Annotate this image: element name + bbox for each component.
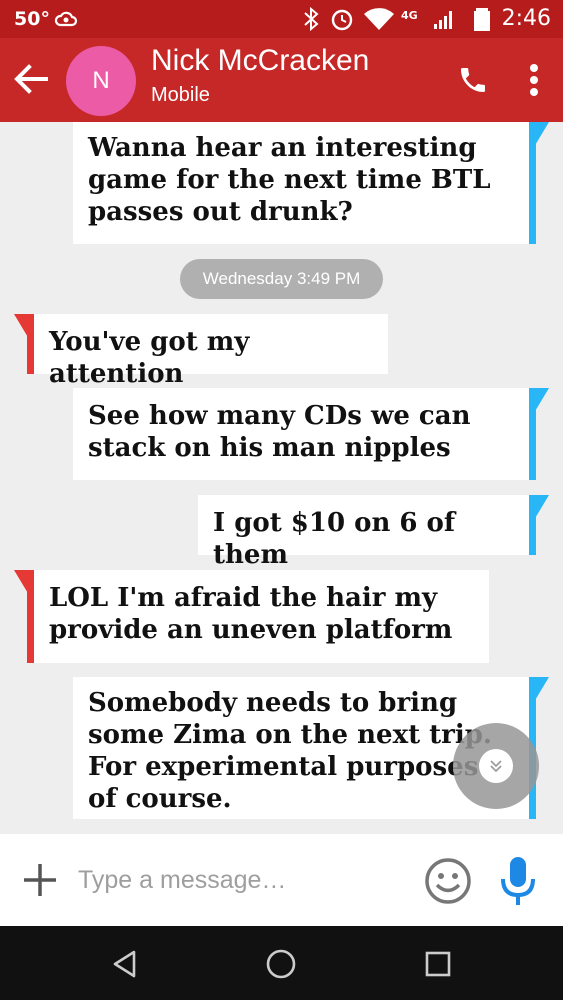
microphone-icon[interactable] [498,854,538,908]
back-button[interactable] [10,58,52,100]
message-text: Somebody needs to bring some Zima on the… [88,688,492,814]
nav-recents-button[interactable] [418,944,458,984]
outgoing-tail-icon [531,495,549,525]
message-bubble[interactable]: I got $10 on 6 of them [198,495,536,570]
nav-home-button[interactable] [261,944,301,984]
outgoing-tail-icon [531,388,549,418]
weather-icon [54,11,78,27]
app-bar: N Nick McCracken Mobile [0,38,563,122]
navigation-bar [0,926,563,1000]
message-input[interactable] [78,860,398,900]
nav-recents-icon [425,951,451,977]
chevron-double-down-icon [490,760,502,773]
message-text: LOL I'm afraid the hair my provide an un… [49,583,453,645]
emoji-icon[interactable] [423,856,473,906]
message-text: I got $10 on 6 of them [213,508,456,570]
call-button[interactable] [452,60,494,100]
contact-name: Nick McCracken [151,44,370,77]
compose-bar [0,834,563,926]
alarm-icon [331,9,353,31]
outgoing-tail-icon [531,122,549,152]
message-text: Wanna hear an interesting game for the n… [88,133,491,227]
message-bubble[interactable]: You've got my attention [27,314,388,389]
conversation[interactable]: Wanna hear an interesting game for the n… [0,122,563,834]
plus-icon[interactable] [20,860,60,900]
temperature: 50° [14,8,50,30]
message-bubble[interactable]: Wanna hear an interesting game for the n… [73,122,536,244]
message-bubble[interactable]: See how many CDs we can stack on his man… [73,388,536,480]
bluetooth-icon [304,7,319,31]
more-vert-icon [530,64,538,96]
message-text: You've got my attention [49,327,250,389]
message-bubble[interactable]: LOL I'm afraid the hair my provide an un… [27,570,489,663]
nav-back-button[interactable] [105,944,145,984]
network-type: 4G [401,9,418,22]
phone-icon [461,68,485,92]
avatar-initial: N [92,67,110,94]
date-divider: Wednesday 3:49 PM [180,259,383,299]
scroll-to-bottom-button[interactable] [453,723,539,809]
incoming-tail-icon [14,570,32,600]
more-options-button[interactable] [520,58,548,102]
status-bar: 50° 4G 2:46 [0,0,563,38]
avatar[interactable]: N [66,46,136,116]
battery-icon [474,8,490,31]
signal-icon [434,11,452,29]
back-arrow-icon [14,64,48,94]
nav-home-icon [266,949,296,979]
nav-back-icon [113,950,136,978]
contact-subtitle: Mobile [151,84,210,106]
incoming-tail-icon [14,314,32,344]
clock: 2:46 [501,6,551,31]
outgoing-tail-icon [531,677,549,707]
message-text: See how many CDs we can stack on his man… [88,401,471,463]
wifi-icon [364,8,394,30]
status-icons: 4G [304,7,490,31]
